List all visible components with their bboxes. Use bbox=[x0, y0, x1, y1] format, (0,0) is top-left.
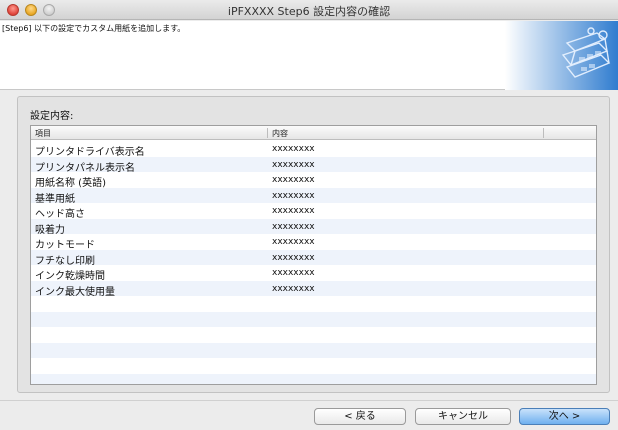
column-divider bbox=[267, 128, 268, 138]
row-value: xxxxxxxx bbox=[272, 144, 315, 154]
table-row[interactable]: カットモード xxxxxxxx bbox=[31, 234, 596, 251]
table-row-empty bbox=[31, 342, 596, 358]
row-value: xxxxxxxx bbox=[272, 206, 315, 216]
settings-table[interactable]: 項目 内容 プリンタドライバ表示名 xxxxxxxx プリンタパネル表示名 xx… bbox=[30, 125, 597, 385]
column-header-value[interactable]: 内容 bbox=[272, 128, 288, 139]
table-row[interactable]: インク乾燥時間 xxxxxxxx bbox=[31, 265, 596, 282]
table-row[interactable]: 用紙名称 (英語) xxxxxxxx bbox=[31, 172, 596, 189]
row-value: xxxxxxxx bbox=[272, 221, 315, 232]
table-row-empty bbox=[31, 296, 596, 312]
table-row[interactable]: 吸着力 xxxxxxxx bbox=[31, 218, 596, 236]
settings-group-label: 設定内容: bbox=[30, 111, 74, 122]
step-header: [Step6] 以下の設定でカスタム用紙を追加します。 bbox=[0, 21, 618, 90]
back-button[interactable]: < 戻る bbox=[314, 408, 406, 425]
row-value: xxxxxxxx bbox=[272, 190, 315, 201]
table-row-empty bbox=[31, 311, 596, 327]
table-row[interactable]: インク最大使用量 xxxxxxxx bbox=[31, 280, 596, 298]
cancel-button[interactable]: キャンセル bbox=[415, 408, 511, 425]
table-body: プリンタドライバ表示名 xxxxxxxx プリンタパネル表示名 xxxxxxxx… bbox=[31, 141, 596, 384]
table-row-empty bbox=[31, 327, 596, 343]
step-instruction: [Step6] 以下の設定でカスタム用紙を追加します。 bbox=[2, 24, 186, 33]
window-title: iPFXXXX Step6 設定内容の確認 bbox=[227, 5, 391, 18]
table-row[interactable]: フチなし印刷 xxxxxxxx bbox=[31, 249, 596, 267]
column-divider bbox=[543, 128, 544, 138]
row-value: xxxxxxxx bbox=[272, 175, 315, 185]
table-row-empty bbox=[31, 358, 596, 374]
row-value: xxxxxxxx bbox=[272, 159, 315, 170]
dialog-window: iPFXXXX Step6 設定内容の確認 [Step6] 以下の設定でカスタム… bbox=[0, 0, 618, 430]
row-value: xxxxxxxx bbox=[272, 283, 315, 294]
table-row-empty bbox=[31, 373, 596, 384]
table-row[interactable]: プリンタパネル表示名 xxxxxxxx bbox=[31, 156, 596, 174]
table-row[interactable]: ヘッド高さ xxxxxxxx bbox=[31, 203, 596, 220]
column-header-item[interactable]: 項目 bbox=[35, 128, 51, 139]
row-value: xxxxxxxx bbox=[272, 237, 315, 247]
row-value: xxxxxxxx bbox=[272, 252, 315, 263]
next-button[interactable]: 次へ > bbox=[519, 408, 610, 425]
table-row[interactable]: 基準用紙 xxxxxxxx bbox=[31, 187, 596, 205]
printer-paper-roll-icon bbox=[505, 21, 618, 90]
row-value: xxxxxxxx bbox=[272, 268, 315, 278]
title-bar: iPFXXXX Step6 設定内容の確認 bbox=[0, 0, 618, 20]
table-header: 項目 内容 bbox=[31, 126, 596, 140]
table-row[interactable]: プリンタドライバ表示名 xxxxxxxx bbox=[31, 141, 596, 158]
